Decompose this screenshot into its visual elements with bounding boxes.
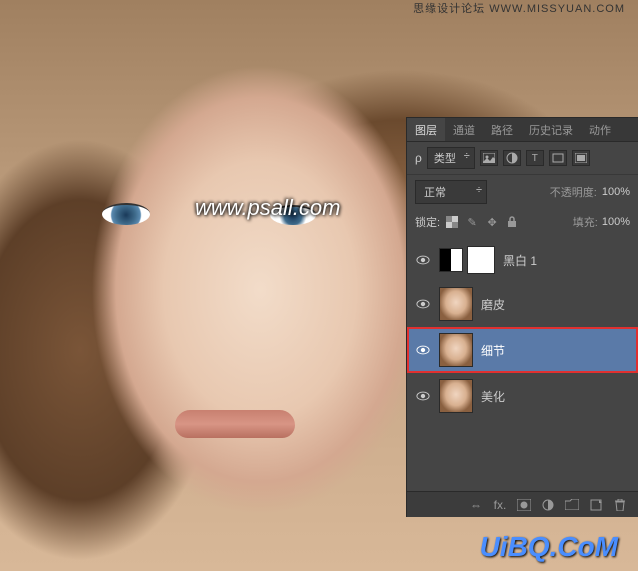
- new-layer-icon[interactable]: [588, 497, 604, 513]
- watermark-top: 思缘设计论坛 WWW.MISSYUAN.COM: [413, 0, 625, 16]
- lock-position-icon[interactable]: ✥: [484, 215, 500, 229]
- fx-icon[interactable]: fx.: [492, 497, 508, 513]
- visibility-toggle[interactable]: [415, 252, 431, 268]
- watermark-center: www.psall.com: [195, 195, 340, 221]
- filter-adjustment-icon[interactable]: [503, 150, 521, 166]
- layers-list: 黑白 1 磨皮 细节 美化: [407, 235, 638, 423]
- tab-layers[interactable]: 图层: [407, 118, 445, 141]
- filter-type-select[interactable]: 类型: [427, 147, 475, 169]
- layer-row-detail[interactable]: 细节: [407, 327, 638, 373]
- lock-row: 锁定: ✎ ✥ 填充: 100%: [407, 209, 638, 235]
- panel-tabs: 图层 通道 路径 历史记录 动作: [407, 118, 638, 142]
- delete-icon[interactable]: [612, 497, 628, 513]
- tab-actions[interactable]: 动作: [581, 118, 619, 141]
- filter-row: ρ 类型 T: [407, 142, 638, 175]
- adjustment-thumbs: [439, 246, 495, 274]
- layer-thumb: [439, 333, 473, 367]
- layer-row-smooth[interactable]: 磨皮: [407, 281, 638, 327]
- tab-channels[interactable]: 通道: [445, 118, 483, 141]
- lock-transparent-icon[interactable]: [444, 215, 460, 229]
- filter-image-icon[interactable]: [480, 150, 498, 166]
- layer-name[interactable]: 黑白 1: [503, 252, 537, 269]
- adjustment-icon[interactable]: [540, 497, 556, 513]
- mask-thumb: [467, 246, 495, 274]
- layer-name[interactable]: 磨皮: [481, 296, 505, 313]
- layer-thumb: [439, 287, 473, 321]
- tab-history[interactable]: 历史记录: [521, 118, 581, 141]
- lock-all-icon[interactable]: [504, 215, 520, 229]
- layers-panel: 图层 通道 路径 历史记录 动作 ρ 类型 T 正常 不透明度: 100% 锁定…: [406, 117, 638, 517]
- watermark-bottom: UiBQ.CoM: [480, 531, 618, 563]
- mask-icon[interactable]: [516, 497, 532, 513]
- fill-value[interactable]: 100%: [602, 216, 630, 228]
- filter-smart-icon[interactable]: [572, 150, 590, 166]
- visibility-toggle[interactable]: [415, 342, 431, 358]
- layer-row-bw[interactable]: 黑白 1: [407, 239, 638, 281]
- lock-pixels-icon[interactable]: ✎: [464, 215, 480, 229]
- portrait-lips: [175, 410, 295, 438]
- layer-row-beautify[interactable]: 美化: [407, 373, 638, 419]
- portrait-eye-left: [102, 203, 150, 225]
- blend-row: 正常 不透明度: 100%: [407, 175, 638, 209]
- fill-label: 填充:: [573, 214, 598, 230]
- opacity-value[interactable]: 100%: [602, 186, 630, 198]
- layer-name[interactable]: 美化: [481, 388, 505, 405]
- lock-label: 锁定:: [415, 214, 440, 230]
- filter-text-icon[interactable]: T: [526, 150, 544, 166]
- visibility-toggle[interactable]: [415, 388, 431, 404]
- panel-footer: ⇔ fx.: [407, 491, 638, 517]
- group-icon[interactable]: [564, 497, 580, 513]
- visibility-toggle[interactable]: [415, 296, 431, 312]
- layer-name[interactable]: 细节: [481, 342, 505, 359]
- layer-thumb: [439, 379, 473, 413]
- filter-shape-icon[interactable]: [549, 150, 567, 166]
- tab-paths[interactable]: 路径: [483, 118, 521, 141]
- link-layers-icon[interactable]: ⇔: [468, 497, 484, 513]
- opacity-label: 不透明度:: [550, 184, 597, 200]
- blend-mode-select[interactable]: 正常: [415, 180, 487, 204]
- adjustment-icon: [439, 248, 463, 272]
